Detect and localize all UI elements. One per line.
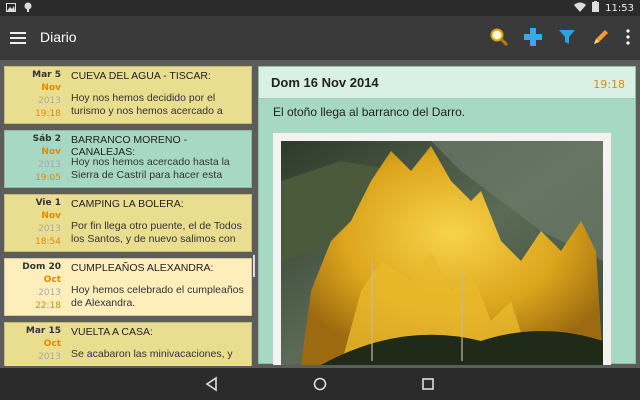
entry-year: 2013 bbox=[38, 160, 61, 170]
search-icon[interactable] bbox=[488, 26, 510, 48]
entry-month: Oct bbox=[43, 339, 61, 349]
overflow-menu-icon[interactable] bbox=[624, 26, 632, 48]
app-bar: Diario bbox=[0, 16, 640, 60]
entry-month: Nov bbox=[41, 83, 61, 93]
detail-date: Dom 16 Nov 2014 bbox=[271, 75, 379, 90]
list-item[interactable]: Sáb 2 Nov 2013 19:05 BARRANCO MORENO - C… bbox=[4, 130, 252, 188]
entry-title: CAMPING LA BOLERA: bbox=[71, 198, 184, 210]
entry-month: Oct bbox=[43, 275, 61, 285]
detail-time: 19:18 bbox=[593, 78, 625, 91]
entry-title: BARRANCO MORENO - CANALEJAS: bbox=[71, 134, 188, 158]
home-icon[interactable] bbox=[312, 376, 328, 392]
recent-apps-icon[interactable] bbox=[420, 376, 436, 392]
entry-day: Mar 5 bbox=[32, 70, 61, 80]
image-icon bbox=[6, 2, 16, 15]
entry-list[interactable]: Mar 5 Nov 2013 19:18 CUEVA DEL AGUA - TI… bbox=[4, 66, 252, 366]
detail-header: Dom 16 Nov 2014 19:18 bbox=[259, 67, 635, 99]
entry-time: 22:18 bbox=[35, 301, 61, 311]
notification-icon bbox=[24, 2, 32, 15]
entry-text: Hoy hemos celebrado el cumpleaños de Ale… bbox=[71, 284, 244, 309]
entry-year: 2013 bbox=[38, 288, 61, 298]
entry-time: 19:05 bbox=[35, 173, 61, 183]
content-area: Mar 5 Nov 2013 19:18 CUEVA DEL AGUA - TI… bbox=[0, 60, 640, 368]
detail-text: El otoño llega al barranco del Darro. bbox=[273, 105, 466, 119]
wifi-icon bbox=[574, 2, 587, 15]
battery-icon bbox=[592, 1, 600, 15]
list-item[interactable]: Vie 1 Nov 2013 18:54 CAMPING LA BOLERA: … bbox=[4, 194, 252, 252]
entry-title: CUMPLEAÑOS ALEXANDRA: bbox=[71, 262, 214, 274]
entry-text: Hoy nos hemos decidido por el turismo y … bbox=[71, 92, 223, 117]
list-scrollbar[interactable] bbox=[253, 255, 255, 277]
entry-year: 2013 bbox=[38, 224, 61, 234]
entry-detail-panel: Dom 16 Nov 2014 19:18 El otoño llega al … bbox=[258, 66, 636, 365]
entry-month: Nov bbox=[41, 147, 61, 157]
navigation-bar bbox=[0, 368, 640, 400]
entry-month: Nov bbox=[41, 211, 61, 221]
entry-text: Se acabaron las minivacaciones, y bbox=[71, 348, 233, 360]
entry-year: 2013 bbox=[38, 352, 61, 362]
entry-day: Vie 1 bbox=[35, 198, 61, 208]
status-bar: 11:53 bbox=[0, 0, 640, 16]
entry-text: Por fin llega otro puente, el de Todos l… bbox=[71, 220, 242, 245]
entry-photo[interactable] bbox=[273, 133, 611, 365]
back-icon[interactable] bbox=[204, 376, 220, 392]
entry-time: 18:54 bbox=[35, 237, 61, 247]
entry-day: Mar 15 bbox=[25, 326, 61, 336]
add-icon[interactable] bbox=[522, 26, 544, 48]
entry-title: VUELTA A CASA: bbox=[71, 326, 153, 338]
list-item-selected[interactable]: Dom 20 Oct 2013 22:18 CUMPLEAÑOS ALEXAND… bbox=[4, 258, 252, 316]
hamburger-menu-icon[interactable] bbox=[10, 29, 26, 47]
entry-title: CUEVA DEL AGUA - TISCAR: bbox=[71, 70, 211, 82]
entry-day: Dom 20 bbox=[22, 262, 61, 272]
entry-year: 2013 bbox=[38, 96, 61, 106]
entry-text: Hoy nos hemos acercado hasta la Sierra d… bbox=[71, 156, 230, 181]
entry-time: 19:18 bbox=[35, 109, 61, 119]
app-title: Diario bbox=[40, 29, 77, 45]
autumn-trees-photo bbox=[281, 141, 603, 365]
list-item[interactable]: Mar 15 Oct 2013 VUELTA A CASA: Se acabar… bbox=[4, 322, 252, 366]
entry-day: Sáb 2 bbox=[32, 134, 61, 144]
clock: 11:53 bbox=[605, 2, 634, 14]
filter-icon[interactable] bbox=[556, 26, 578, 48]
list-item[interactable]: Mar 5 Nov 2013 19:18 CUEVA DEL AGUA - TI… bbox=[4, 66, 252, 124]
edit-icon[interactable] bbox=[590, 26, 612, 48]
